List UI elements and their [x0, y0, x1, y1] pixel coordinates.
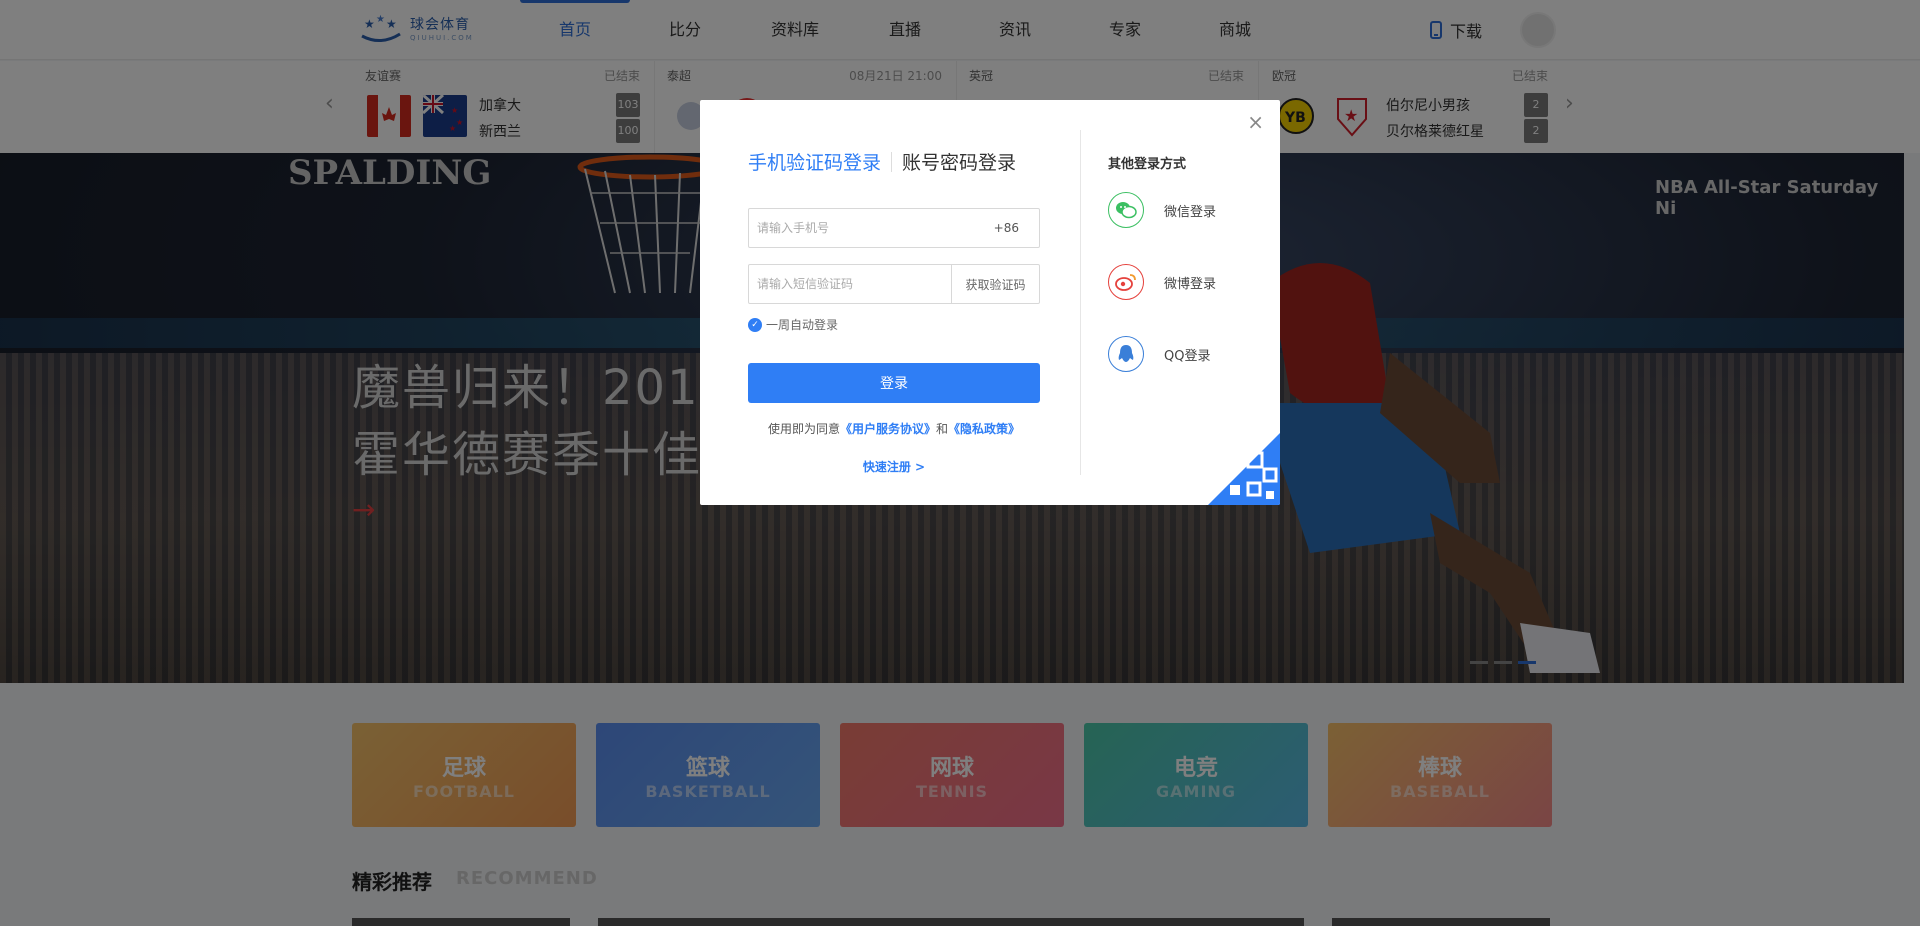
agree-and: 和 [936, 422, 949, 436]
modal-divider [1080, 130, 1081, 475]
terms-link[interactable]: 《用户服务协议》 [840, 422, 936, 436]
phone-field: +86 [748, 208, 1040, 248]
quick-register-link[interactable]: 快速注册 > [700, 458, 1088, 475]
remember-label: 一周自动登录 [766, 318, 839, 332]
login-tabs: 手机验证码登录 账号密码登录 [748, 148, 1016, 175]
login-modal: × 手机验证码登录 账号密码登录 +86 获取验证码 ✓ 一周自动登录 登录 使… [700, 100, 1280, 505]
phone-input[interactable] [749, 209, 994, 247]
weibo-login-label: 微博登录 [1164, 276, 1217, 292]
qq-icon [1108, 336, 1144, 372]
wechat-login-label: 微信登录 [1164, 204, 1217, 220]
tab-divider [891, 151, 893, 172]
agree-prefix: 使用即为同意 [767, 422, 840, 436]
remember-checkbox[interactable]: ✓ 一周自动登录 [748, 316, 838, 333]
sms-code-input[interactable] [749, 265, 951, 303]
close-icon[interactable]: × [1247, 112, 1264, 132]
qq-login-label: QQ登录 [1164, 348, 1211, 364]
get-code-button[interactable]: 获取验证码 [951, 265, 1039, 303]
wechat-icon [1108, 192, 1144, 228]
other-login-title: 其他登录方式 [1108, 157, 1187, 172]
check-icon: ✓ [748, 317, 762, 332]
tab-sms-login[interactable]: 手机验证码登录 [748, 148, 881, 175]
weibo-login[interactable]: 微博登录 [1108, 264, 1216, 300]
privacy-link[interactable]: 《隐私政策》 [948, 422, 1020, 436]
login-button[interactable]: 登录 [748, 363, 1040, 403]
agreement-text: 使用即为同意《用户服务协议》和《隐私政策》 [700, 420, 1088, 437]
wechat-login[interactable]: 微信登录 [1108, 192, 1216, 228]
qq-login[interactable]: QQ登录 [1108, 336, 1210, 372]
tab-password-login[interactable]: 账号密码登录 [902, 148, 1016, 175]
country-code[interactable]: +86 [994, 221, 1039, 235]
weibo-icon [1108, 264, 1144, 300]
qr-code-icon[interactable] [1208, 433, 1280, 505]
sms-code-field: 获取验证码 [748, 264, 1040, 304]
